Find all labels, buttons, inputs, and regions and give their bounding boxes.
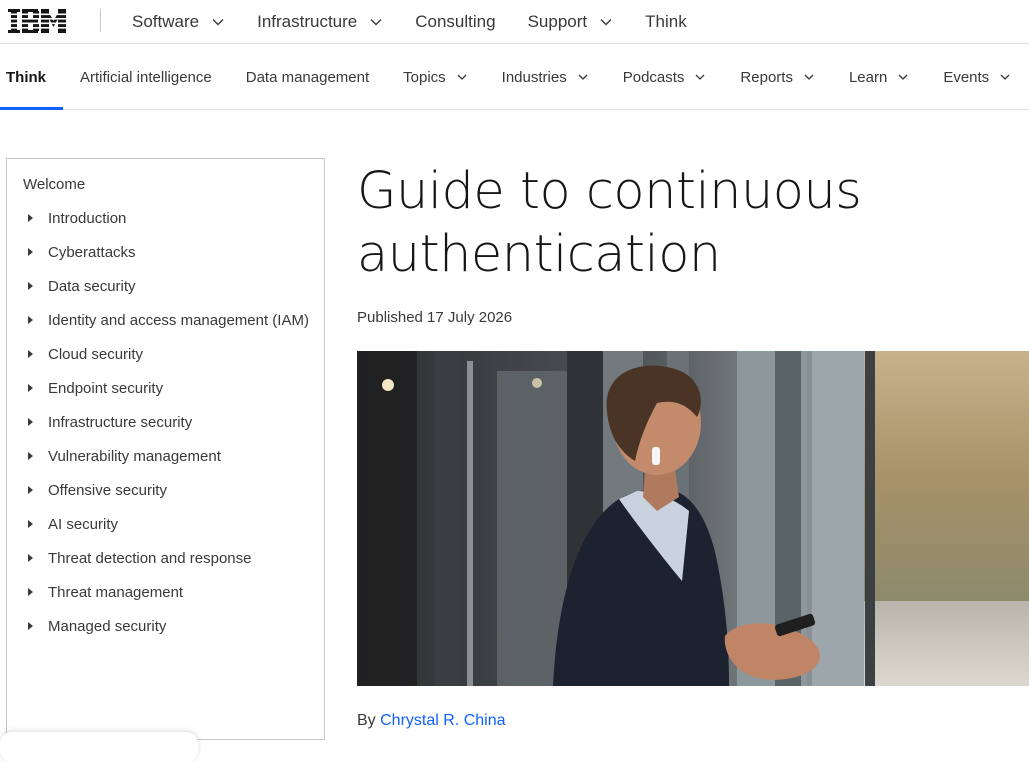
masthead-nav: Software Infrastructure Consulting Suppo… [116, 0, 703, 44]
subnav-item-learn[interactable]: Learn [832, 45, 926, 109]
caret-right-icon [28, 520, 33, 528]
hero-image-businessman-with-earbud [357, 351, 1029, 686]
sidebar-item-label: Cyberattacks [48, 243, 136, 261]
masthead-item-consulting[interactable]: Consulting [399, 0, 511, 44]
caret-right-icon [28, 486, 33, 494]
caret-right-icon [28, 588, 33, 596]
sidebar-item-iam[interactable]: Identity and access management (IAM) [7, 303, 309, 337]
chevron-down-icon [804, 74, 814, 80]
masthead-item-infrastructure[interactable]: Infrastructure [241, 0, 399, 44]
sidebar-item-threat-management[interactable]: Threat management [7, 575, 309, 609]
masthead-item-label: Software [132, 12, 200, 31]
caret-right-icon [28, 248, 33, 256]
caret-right-icon [28, 554, 33, 562]
caret-right-icon [28, 384, 33, 392]
subnav-item-label: Industries [501, 68, 567, 86]
sidebar-item-threat-detection[interactable]: Threat detection and response [7, 541, 309, 575]
sidebar-item-introduction[interactable]: Introduction [7, 201, 309, 235]
masthead-item-label: Infrastructure [257, 12, 358, 31]
subnav-item-label: Artificial intelligence [80, 68, 212, 86]
sidebar-welcome-link[interactable]: Welcome [23, 176, 85, 193]
subnav-item-label: Topics [403, 68, 446, 86]
chevron-down-icon [212, 19, 224, 26]
masthead-item-support[interactable]: Support [512, 0, 630, 44]
masthead: Software Infrastructure Consulting Suppo… [0, 0, 1029, 44]
caret-right-icon [28, 214, 33, 222]
subnav-item-events[interactable]: Events [926, 45, 1028, 109]
sidebar-item-ai-security[interactable]: AI security [7, 507, 309, 541]
subnav-item-label: Think [6, 68, 46, 86]
subnav-item-label: Data management [245, 68, 370, 86]
masthead-item-label: Think [645, 12, 687, 31]
subnav-item-label: Learn [848, 68, 888, 86]
sidebar-item-label: Identity and access management (IAM) [48, 311, 309, 329]
sidebar-item-data-security[interactable]: Data security [7, 269, 309, 303]
sidebar-item-cloud-security[interactable]: Cloud security [7, 337, 309, 371]
sidebar-item-endpoint-security[interactable]: Endpoint security [7, 371, 309, 405]
sidebar-item-label: Threat detection and response [48, 549, 252, 567]
sidebar-item-vulnerability-management[interactable]: Vulnerability management [7, 439, 309, 473]
sidebar-toc: Welcome Introduction Cyberattacks Data s… [6, 158, 325, 740]
published-date: Published 17 July 2026 [357, 309, 513, 326]
sidebar-item-label: Threat management [48, 583, 184, 601]
sidebar-item-cyberattacks[interactable]: Cyberattacks [7, 235, 309, 269]
caret-right-icon [28, 282, 33, 290]
chevron-down-icon [578, 74, 588, 80]
chevron-down-icon [370, 19, 382, 26]
masthead-item-software[interactable]: Software [116, 0, 241, 44]
subnav-item-label: Events [943, 68, 990, 86]
subnav-item-reports[interactable]: Reports [723, 45, 832, 109]
chevron-down-icon [898, 74, 908, 80]
sidebar-item-label: Data security [48, 277, 136, 295]
sidebar-item-label: Managed security [48, 617, 167, 635]
masthead-item-label: Support [527, 12, 588, 31]
ibm-logo[interactable] [8, 9, 66, 33]
masthead-item-think[interactable]: Think [629, 0, 703, 44]
subnav-item-data-management[interactable]: Data management [229, 45, 386, 109]
caret-right-icon [28, 418, 33, 426]
floating-panel-tab[interactable] [0, 732, 198, 762]
caret-right-icon [28, 452, 33, 460]
chevron-down-icon [1000, 74, 1010, 80]
subnav-item-label: Podcasts [622, 68, 685, 86]
sidebar-item-label: Vulnerability management [48, 447, 221, 465]
sidebar-item-label: Introduction [48, 209, 127, 227]
byline: By Chrystal R. China [357, 712, 506, 730]
sidebar-item-managed-security[interactable]: Managed security [7, 609, 309, 643]
caret-right-icon [28, 622, 33, 630]
sidebar-item-label: Endpoint security [48, 379, 164, 397]
caret-right-icon [28, 316, 33, 324]
sidebar-item-label: Offensive security [48, 481, 167, 499]
byline-prefix: By [357, 712, 376, 729]
masthead-divider [100, 9, 101, 32]
page-title: Guide to continuous authentication [357, 162, 862, 284]
sidebar-item-label: Cloud security [48, 345, 144, 363]
sidebar-item-label: AI security [48, 515, 119, 533]
sidebar-item-infrastructure-security[interactable]: Infrastructure security [7, 405, 309, 439]
caret-right-icon [28, 350, 33, 358]
chevron-down-icon [600, 19, 612, 26]
chevron-down-icon [695, 74, 705, 80]
subnav-item-industries[interactable]: Industries [485, 45, 606, 109]
author-link[interactable]: Chrystal R. China [380, 712, 505, 729]
think-subnav: Think Artificial intelligence Data manag… [0, 45, 1029, 110]
sidebar-item-label: Infrastructure security [48, 413, 193, 431]
sidebar-list: Introduction Cyberattacks Data security … [7, 201, 309, 643]
subnav-item-think[interactable]: Think [0, 45, 63, 110]
subnav-item-label: Reports [740, 68, 793, 86]
sidebar-item-offensive-security[interactable]: Offensive security [7, 473, 309, 507]
subnav-item-artificial-intelligence[interactable]: Artificial intelligence [63, 45, 229, 109]
chevron-down-icon [457, 74, 467, 80]
subnav-item-podcasts[interactable]: Podcasts [606, 45, 724, 109]
subnav-item-topics[interactable]: Topics [386, 45, 485, 109]
masthead-item-label: Consulting [415, 12, 496, 31]
